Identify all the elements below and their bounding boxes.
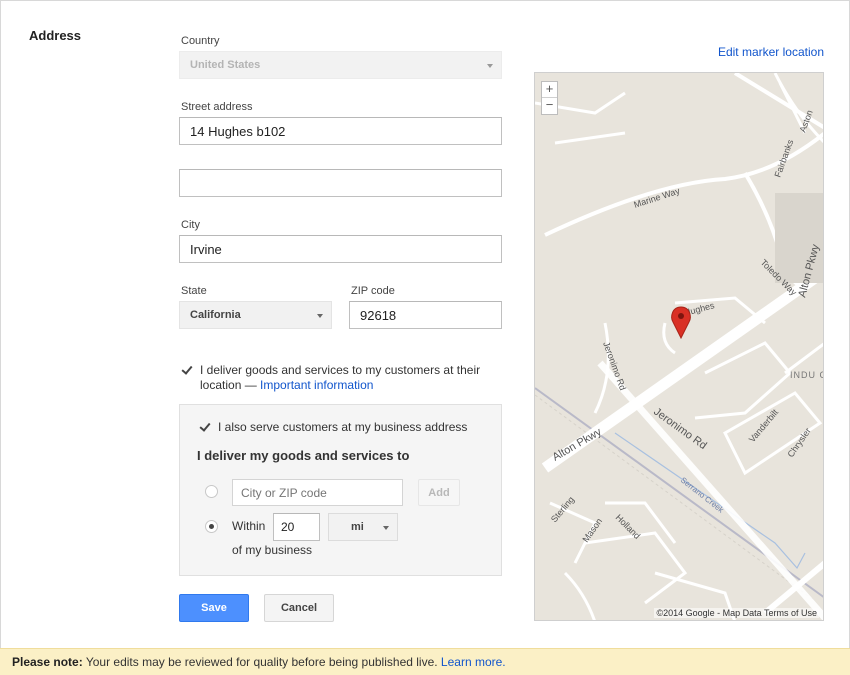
zip-label: ZIP code [351,285,395,297]
map-zoom-control: + − [541,81,558,115]
poi-label: INDU COMP [790,370,824,380]
also-serve-label: I also serve customers at my business ad… [218,420,468,434]
map-attribution: ©2014 Google - Map Data Terms of Use [654,608,819,618]
city-zip-radio[interactable] [205,485,218,498]
chevron-down-icon [317,314,323,318]
of-my-business-label: of my business [232,543,313,557]
zoom-in-button[interactable]: + [542,82,557,98]
street-line1-input[interactable]: 14 Hughes b102 [179,117,502,145]
cancel-button[interactable]: Cancel [264,594,334,622]
distance-unit-select[interactable]: mi [328,513,398,541]
learn-more-link[interactable]: Learn more. [441,655,506,669]
zoom-out-button[interactable]: − [542,98,557,114]
add-button[interactable]: Add [418,479,460,506]
country-value: United States [190,59,261,71]
chevron-down-icon [383,526,389,530]
section-title: Address [29,28,82,43]
important-information-link[interactable]: Important information [260,378,373,392]
chevron-down-icon [487,64,493,68]
street-line2-input[interactable] [179,169,502,197]
distance-unit-value: mi [351,521,364,533]
note-text: Your edits may be reviewed for quality b… [82,655,441,669]
state-value: California [190,309,241,321]
zip-input[interactable]: 92618 [349,301,502,329]
deliver-checkbox[interactable] [181,364,193,376]
street-label: Street address [181,101,253,113]
map-canvas: Marine Way Toledo Way Fairbanks Aston Hu… [535,73,824,620]
state-select[interactable]: California [179,301,332,329]
street-label-marine-way: Marine Way [633,186,682,210]
location-marker-icon [671,306,691,340]
street-label-sterling: Sterling [549,494,576,524]
country-label: Country [181,35,220,47]
save-button[interactable]: Save [179,594,249,622]
note-prefix: Please note: [12,655,83,669]
city-label: City [181,219,200,231]
within-radio[interactable] [205,520,218,533]
state-label: State [181,285,207,297]
review-notice-bar: Please note: Your edits may be reviewed … [0,648,850,675]
deliver-label: I deliver goods and services to my custo… [200,363,500,393]
within-distance-input[interactable]: 20 [273,513,320,541]
street-label-fairbanks: Fairbanks [772,138,795,179]
street-label-alton-pkwy: Alton Pkwy [551,426,605,464]
country-select[interactable]: United States [179,51,502,79]
within-label: Within [232,519,266,533]
map[interactable]: Marine Way Toledo Way Fairbanks Aston Hu… [534,72,824,621]
deliver-to-heading: I deliver my goods and services to [197,448,410,463]
city-input[interactable]: Irvine [179,235,502,263]
edit-marker-location-link[interactable]: Edit marker location [718,45,824,59]
also-serve-checkbox[interactable] [199,421,211,433]
service-area-panel: I also serve customers at my business ad… [179,404,502,576]
city-zip-input[interactable] [232,479,403,506]
